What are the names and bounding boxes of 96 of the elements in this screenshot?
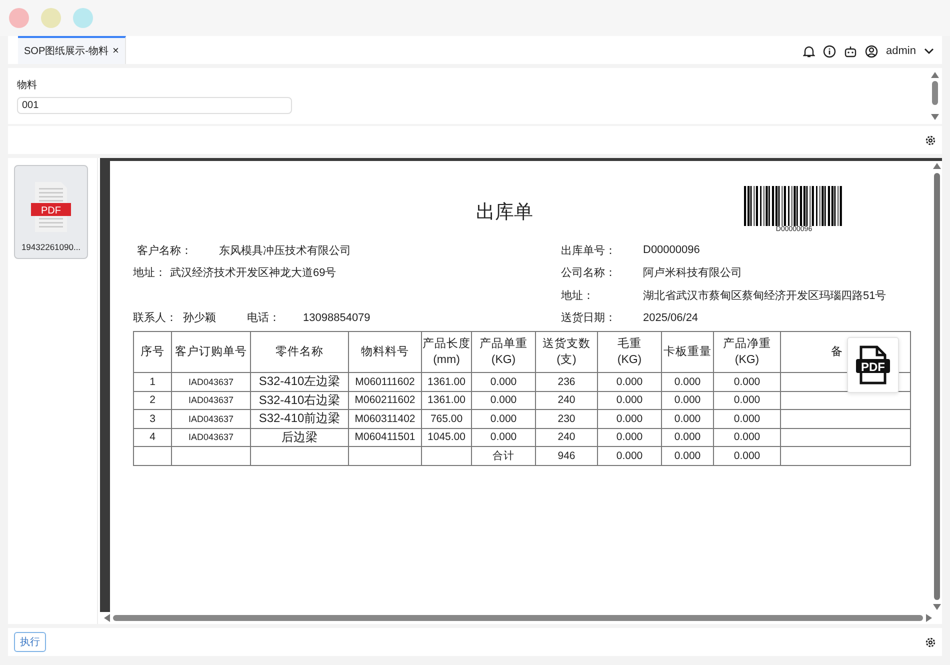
table-cell: 765.00 (422, 410, 472, 428)
table-cell: 0.000 (598, 410, 662, 428)
info-value: 孙少颖 (183, 311, 217, 326)
table-cell: M060411501 (348, 428, 422, 446)
table-cell: 0.000 (662, 428, 714, 446)
table-cell: 0.000 (598, 446, 662, 465)
table-cell: IAD043637 (172, 372, 250, 391)
column-header: 产品长度 (mm) (422, 332, 472, 372)
column-header: 毛重 (KG) (598, 332, 662, 372)
column-header: 物料料号 (348, 332, 422, 372)
scrollbar[interactable] (932, 161, 942, 612)
table-cell: 236 (536, 372, 598, 391)
info-label: 出库单号： (561, 244, 617, 258)
settings-icon[interactable] (925, 636, 936, 648)
column-header: 送货支数 (支) (536, 332, 598, 372)
table-cell: 946 (536, 446, 598, 465)
file-name: 19432261090... (21, 242, 81, 252)
table-cell: 0.000 (662, 410, 714, 428)
info-label: 送货日期： (561, 311, 617, 326)
info-label: 地址： (133, 266, 166, 280)
column-header: 卡板重量 (662, 332, 714, 372)
info-value: 2025/06/24 (643, 312, 698, 324)
table-cell: S32-410前边梁 (250, 410, 348, 428)
table-cell: 0.000 (662, 391, 714, 410)
table-cell: 230 (536, 410, 598, 428)
info-label: 客户名称： (137, 244, 193, 258)
info-icon[interactable] (823, 44, 836, 58)
table-cell: 0.000 (714, 410, 780, 428)
table-cell: 0.000 (662, 372, 714, 391)
pdf-button[interactable]: PDF (847, 337, 899, 393)
table-cell: S32-410右边梁 (250, 391, 348, 410)
scroll-up-icon[interactable] (931, 72, 939, 78)
info-value: 阿卢米科技有限公司 (643, 266, 742, 280)
table-cell: 合计 (472, 446, 536, 465)
user-icon[interactable] (865, 44, 878, 58)
table-cell: 0.000 (598, 391, 662, 410)
scroll-right-icon[interactable] (926, 614, 932, 622)
column-header: 产品单重 (KG) (472, 332, 536, 372)
user-name[interactable]: admin (886, 45, 916, 57)
table-cell: 4 (134, 428, 172, 446)
chevron-down-icon[interactable] (924, 48, 934, 54)
table-cell: 1045.00 (422, 428, 472, 446)
tab[interactable]: SOP图纸展示-物料 × (18, 36, 126, 64)
table-cell: M060211602 (348, 391, 422, 410)
column-header: 客户订购单号 (172, 332, 250, 372)
info-label: 地址： (561, 288, 595, 303)
settings-icon[interactable] (925, 134, 936, 146)
table-cell: 0.000 (714, 372, 780, 391)
table-cell: 1361.00 (422, 391, 472, 410)
table-cell: 0.000 (598, 372, 662, 391)
table-cell: IAD043637 (172, 391, 250, 410)
table-cell: 240 (536, 391, 598, 410)
info-value: 湖北省武汉市蔡甸区蔡甸经济开发区玛瑙四路51号 (643, 288, 886, 303)
scroll-down-icon[interactable] (931, 114, 939, 120)
table-cell: IAD043637 (172, 428, 250, 446)
run-button[interactable]: 执行 (14, 632, 46, 652)
table-cell: 0.000 (662, 446, 714, 465)
tab-label: SOP图纸展示-物料 (24, 44, 108, 58)
table-cell: M060311402 (348, 410, 422, 428)
scroll-down-icon[interactable] (933, 604, 941, 610)
column-header: 序号 (134, 332, 172, 372)
table-cell: IAD043637 (172, 410, 250, 428)
scroll-up-icon[interactable] (933, 163, 941, 169)
table-cell: 0.000 (472, 428, 536, 446)
info-value: 东风模具冲压技术有限公司 (219, 244, 351, 258)
table-cell: 0.000 (714, 428, 780, 446)
field-label: 物料 (17, 78, 38, 92)
info-value: D00000096 (643, 244, 700, 256)
table-cell: 0.000 (714, 391, 780, 410)
table-cell: 0.000 (472, 372, 536, 391)
table-cell: S32-410左边梁 (250, 372, 348, 391)
info-label: 公司名称： (561, 266, 617, 280)
table-cell: 2 (134, 391, 172, 410)
table-cell: M060111602 (348, 372, 422, 391)
column-header: 零件名称 (250, 332, 348, 372)
document-title: 出库单 (476, 201, 533, 225)
info-label: 联系人： (133, 310, 177, 326)
close-icon[interactable]: × (112, 45, 119, 57)
table-cell: 0.000 (598, 428, 662, 446)
table-cell: 1 (134, 372, 172, 391)
table-cell: 240 (536, 428, 598, 446)
robot-icon[interactable] (844, 44, 858, 58)
info-label: 电话： (247, 311, 281, 326)
input-field[interactable]: 001 (17, 97, 292, 114)
table-cell: 0.000 (472, 391, 536, 410)
table-cell: 后边梁 (250, 428, 348, 446)
scroll-left-icon[interactable] (104, 614, 110, 622)
bell-icon[interactable] (803, 44, 816, 58)
info-value: 武汉经济技术开发区神龙大道69号 (170, 266, 336, 280)
table-cell: 0.000 (472, 410, 536, 428)
table-cell: 3 (134, 410, 172, 428)
table-cell: 0.000 (714, 446, 780, 465)
file-card[interactable]: PDF 19432261090... (14, 165, 88, 259)
table-cell: 1361.00 (422, 372, 472, 391)
column-header: 产品净重 (KG) (714, 332, 780, 372)
info-value: 13098854079 (303, 312, 370, 324)
